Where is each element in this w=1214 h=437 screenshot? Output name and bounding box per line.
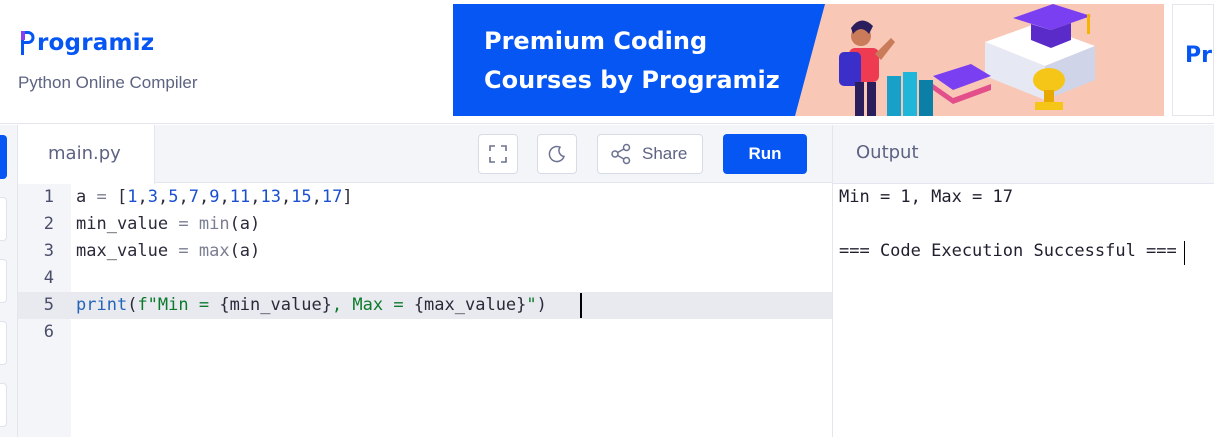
code-token: (a) xyxy=(229,214,261,234)
code-token: , xyxy=(250,187,261,207)
code-line[interactable]: 1a = [1,3,5,7,9,11,13,15,17] xyxy=(18,184,832,211)
code-line[interactable]: 3 max_value = max(a) xyxy=(18,238,832,265)
run-label: Run xyxy=(748,144,782,163)
output-header: Output xyxy=(832,125,1214,184)
line-number: 2 xyxy=(43,214,54,234)
code-token: , xyxy=(137,187,148,207)
tab-main-py[interactable]: main.py xyxy=(18,125,155,184)
promo-banner[interactable]: Premium Coding Courses by Programiz xyxy=(453,4,1164,116)
code-token: , xyxy=(219,187,230,207)
logo-text: rogramiz xyxy=(37,30,155,56)
code-token: {max_value} xyxy=(413,295,527,315)
code-token: (a) xyxy=(229,241,261,261)
code-token: 15 xyxy=(291,187,312,207)
theme-toggle-button[interactable] xyxy=(537,134,577,174)
sidebar-item-3[interactable] xyxy=(0,259,7,303)
code-token: = xyxy=(168,214,199,234)
code-token: 1 xyxy=(127,187,138,207)
banner-illustration xyxy=(795,4,1164,116)
code-line[interactable]: 6 xyxy=(18,319,832,346)
output-line: Min = 1, Max = 17 xyxy=(839,187,1013,207)
code-text: print(f"Min = {min_value}, Max = {max_va… xyxy=(76,292,547,319)
code-line[interactable]: 5 print(f"Min = {min_value}, Max = {max_v… xyxy=(18,292,832,319)
code-token: = xyxy=(86,187,117,207)
programiz-logo-icon xyxy=(18,28,36,58)
share-label: Share xyxy=(642,144,688,163)
code-token: 13 xyxy=(260,187,281,207)
file-tab-label: main.py xyxy=(48,143,121,164)
code-text: max_value = max(a) xyxy=(76,238,260,265)
page-header: rogramiz Python Online Compiler Premium … xyxy=(0,0,1214,124)
code-token: print xyxy=(76,295,128,315)
code-text: a = [1,3,5,7,9,11,13,15,17] xyxy=(76,184,353,211)
code-token: " xyxy=(526,295,537,315)
sidebar-item-2[interactable] xyxy=(0,197,7,241)
output-console[interactable]: Min = 1, Max = 17 === Code Execution Suc… xyxy=(832,184,1214,437)
code-token: , Max = xyxy=(331,295,414,315)
code-token: max_value xyxy=(76,241,169,261)
secondary-banner[interactable]: Pro xyxy=(1172,4,1214,116)
code-token: , xyxy=(311,187,322,207)
line-number: 3 xyxy=(43,241,54,261)
code-editor[interactable]: 1a = [1,3,5,7,9,11,13,15,17] 2 min_value =… xyxy=(18,184,832,437)
programiz-logo[interactable]: rogramiz xyxy=(18,28,154,58)
code-token: 3 xyxy=(147,187,158,207)
output-cursor xyxy=(1184,241,1185,265)
secondary-banner-text: Pro xyxy=(1185,43,1213,68)
sidebar-item-5[interactable] xyxy=(0,383,7,427)
code-token: 7 xyxy=(188,187,199,207)
moon-icon xyxy=(548,145,566,163)
share-button[interactable]: Share xyxy=(597,134,703,174)
code-line[interactable]: 2 min_value = min(a) xyxy=(18,211,832,238)
line-number: 4 xyxy=(43,268,54,288)
text-cursor xyxy=(580,293,582,318)
code-token: 11 xyxy=(229,187,251,207)
code-token: , xyxy=(280,187,292,207)
code-token: = xyxy=(168,241,199,261)
code-token: f"Min = xyxy=(137,295,220,315)
line-number: 5 xyxy=(43,295,54,315)
code-token: min_value xyxy=(76,214,169,234)
line-number: 1 xyxy=(43,187,54,207)
sidebar-item-python[interactable] xyxy=(0,135,7,179)
fullscreen-icon xyxy=(489,145,507,163)
code-token: ] xyxy=(342,187,353,207)
code-token: ) xyxy=(536,295,547,315)
code-token: ( xyxy=(127,295,138,315)
code-token: , xyxy=(198,187,210,207)
code-token: a xyxy=(76,187,87,207)
code-line[interactable]: 4 xyxy=(18,265,832,292)
code-token: , xyxy=(178,187,189,207)
code-token: 17 xyxy=(321,187,343,207)
line-number: 6 xyxy=(43,322,54,342)
page-subtitle: Python Online Compiler xyxy=(18,73,198,92)
editor-toolbar: main.py Share Run xyxy=(18,125,832,184)
code-token: 5 xyxy=(168,187,179,207)
code-token: [ xyxy=(116,187,128,207)
code-text: min_value = min(a) xyxy=(76,211,260,238)
code-token: 9 xyxy=(209,187,220,207)
code-token: max xyxy=(198,241,230,261)
run-button[interactable]: Run xyxy=(723,134,807,174)
banner-headline-2: Courses by Programiz xyxy=(484,66,780,94)
banner-headline-1: Premium Coding xyxy=(484,27,708,55)
code-token: , xyxy=(157,187,169,207)
share-icon xyxy=(611,143,631,165)
code-token: min xyxy=(198,214,230,234)
output-line: === Code Execution Successful === xyxy=(839,241,1177,261)
code-token: {min_value} xyxy=(219,295,332,315)
language-sidebar xyxy=(0,125,18,437)
output-title: Output xyxy=(856,142,919,163)
sidebar-item-4[interactable] xyxy=(0,321,7,365)
fullscreen-button[interactable] xyxy=(478,134,518,174)
